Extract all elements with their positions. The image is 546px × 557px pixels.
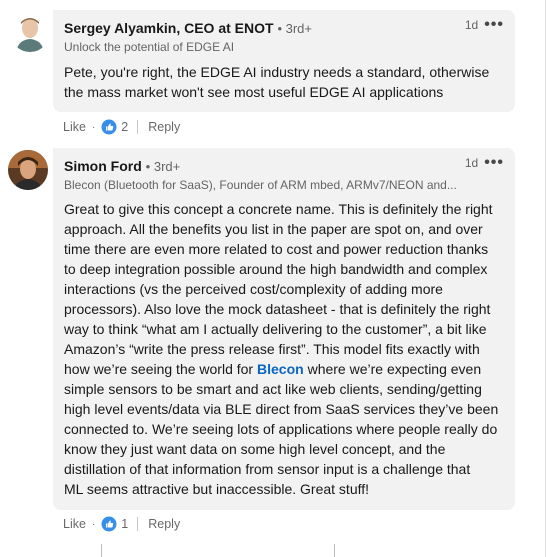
- commenter-name[interactable]: Simon Ford: [64, 158, 142, 174]
- divider: [101, 544, 102, 557]
- divider: [137, 120, 139, 134]
- like-button[interactable]: Like: [63, 120, 86, 134]
- commenter-headline: Unlock the potential of EDGE AI: [64, 40, 235, 54]
- avatar-sergey[interactable]: [10, 12, 50, 52]
- reply-button[interactable]: Reply: [148, 120, 180, 134]
- comment-bubble: Sergey Alyamkin, CEO at ENOT • 3rd+ Unlo…: [53, 10, 515, 112]
- comment-timestamp: 1d: [464, 156, 479, 170]
- comment-actions: Like · 2 Reply: [63, 119, 181, 135]
- divider: [137, 517, 139, 531]
- bottom-toolbar-fragment: [0, 540, 546, 557]
- reaction-count[interactable]: 1: [121, 517, 128, 531]
- blecon-link[interactable]: Blecon: [257, 361, 304, 377]
- more-horizontal-icon[interactable]: •••: [484, 155, 504, 171]
- avatar-simon[interactable]: [8, 150, 48, 190]
- comment-text: Pete, you're right, the EDGE AI industry…: [64, 64, 490, 100]
- commenter-headline: Blecon (Bluetooth for SaaS), Founder of …: [64, 178, 457, 192]
- comment-bubble: Simon Ford • 3rd+ Blecon (Bluetooth for …: [53, 148, 515, 510]
- comment-actions: Like · 1 Reply: [63, 516, 181, 532]
- reply-button[interactable]: Reply: [148, 517, 180, 531]
- commenter-name[interactable]: Sergey Alyamkin, CEO at ENOT: [64, 20, 274, 36]
- connection-degree: • 3rd+: [145, 159, 181, 174]
- divider: [334, 544, 335, 557]
- reaction-count[interactable]: 2: [121, 120, 128, 134]
- connection-degree: • 3rd+: [277, 21, 312, 36]
- avatar-simon-image: [8, 150, 48, 190]
- avatar-sergey-image: [10, 12, 50, 52]
- comment-text: Great to give this concept a concrete na…: [64, 201, 499, 497]
- like-reaction-icon[interactable]: [101, 516, 117, 532]
- more-horizontal-icon[interactable]: •••: [484, 17, 504, 33]
- like-button[interactable]: Like: [63, 517, 86, 531]
- comment-timestamp: 1d: [464, 18, 479, 32]
- like-reaction-icon[interactable]: [101, 119, 117, 135]
